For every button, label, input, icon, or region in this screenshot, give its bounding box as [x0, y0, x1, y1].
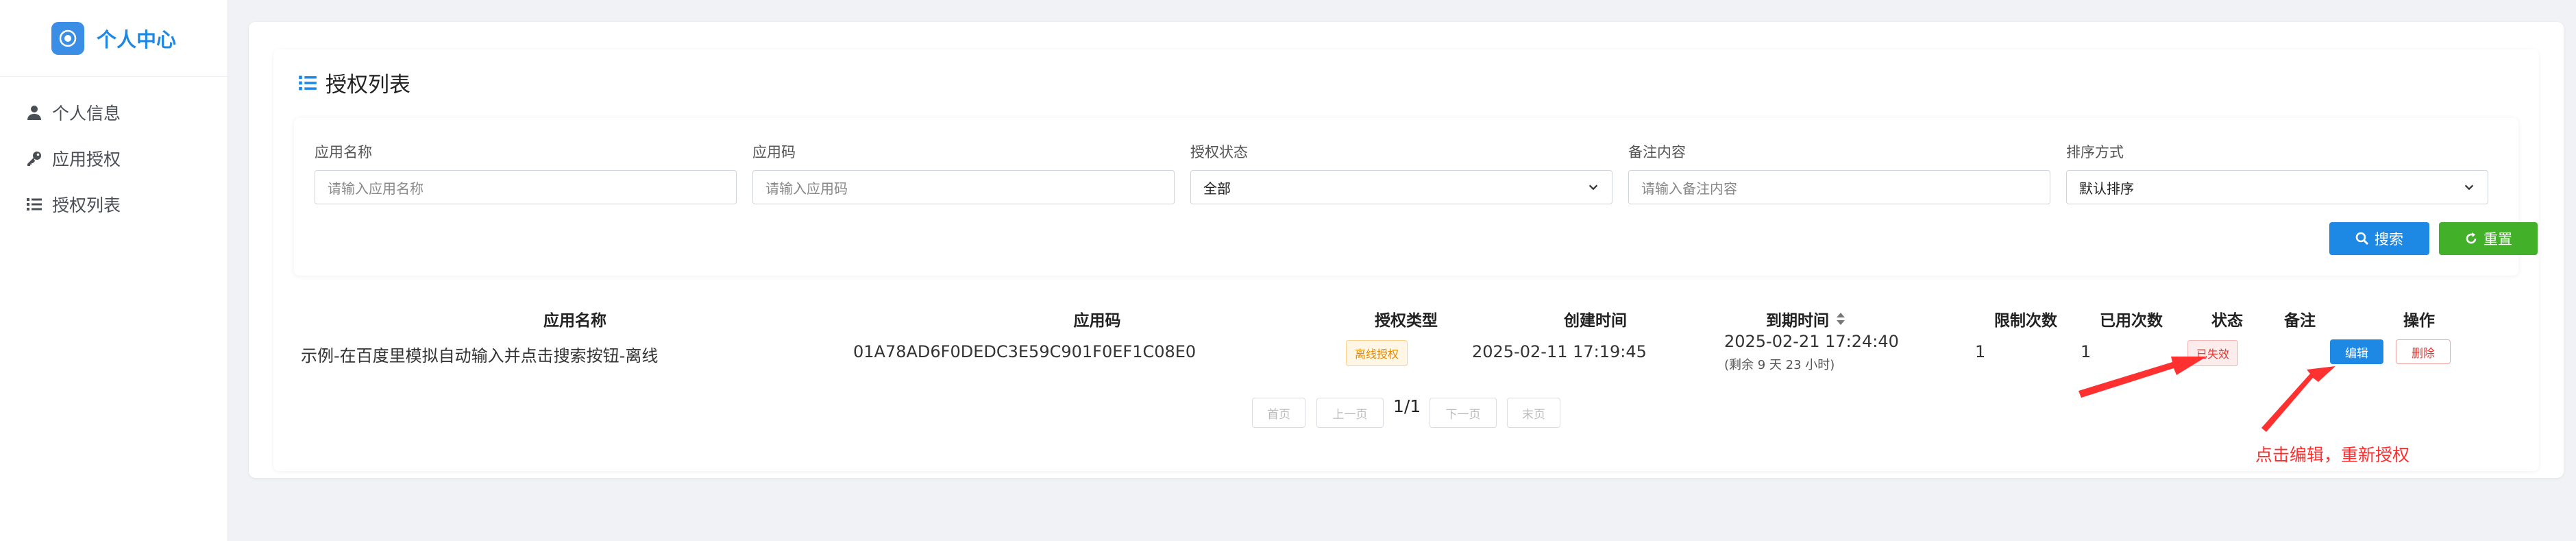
annotation-arrows — [2078, 357, 2335, 432]
annotation-text: 点击编辑，重新授权 — [2255, 445, 2410, 465]
arrow-to-edit — [2261, 366, 2335, 432]
arrow-to-status — [2078, 357, 2207, 398]
